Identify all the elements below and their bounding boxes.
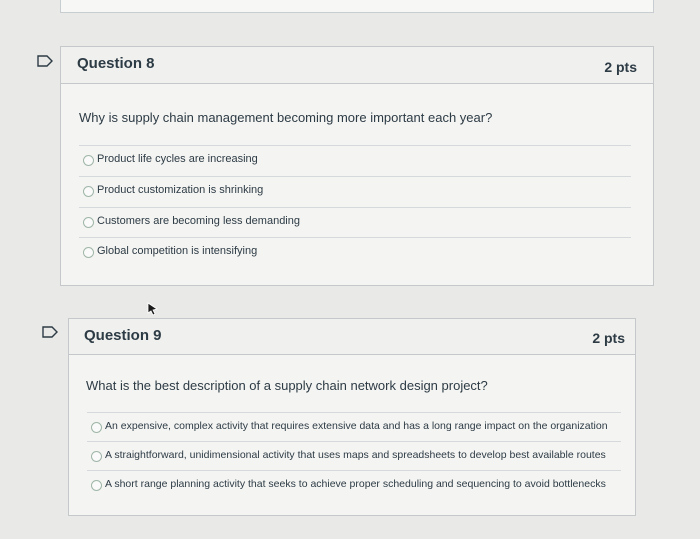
question-8-answer-3[interactable]: Customers are becoming less demanding xyxy=(79,207,631,238)
question-9-title: Question 9 xyxy=(84,327,162,344)
answer-label: A short range planning activity that see… xyxy=(105,478,606,490)
radio-button[interactable] xyxy=(83,155,94,166)
radio-button[interactable] xyxy=(91,422,102,433)
question-8-answer-2[interactable]: Product customization is shrinking xyxy=(79,176,631,207)
radio-button[interactable] xyxy=(91,480,102,491)
question-9-answer-1[interactable]: An expensive, complex activity that requ… xyxy=(87,412,621,441)
answer-label: An expensive, complex activity that requ… xyxy=(105,420,608,432)
question-8-points: 2 pts xyxy=(604,59,637,75)
answer-label: Product life cycles are increasing xyxy=(97,153,258,165)
question-9-answer-2[interactable]: A straightforward, unidimensional activi… xyxy=(87,441,621,470)
radio-button[interactable] xyxy=(83,217,94,228)
radio-button[interactable] xyxy=(91,451,102,462)
question-8-card: Question 8 2 pts Why is supply chain man… xyxy=(60,46,654,286)
question-9-card: Question 9 2 pts What is the best descri… xyxy=(68,318,636,516)
question-9-text: What is the best description of a supply… xyxy=(86,378,488,393)
radio-button[interactable] xyxy=(83,186,94,197)
radio-button[interactable] xyxy=(83,247,94,258)
previous-question-card xyxy=(60,0,654,13)
question-9-answer-3[interactable]: A short range planning activity that see… xyxy=(87,470,621,499)
question-8-answer-1[interactable]: Product life cycles are increasing xyxy=(79,145,631,176)
question-9-header: Question 9 2 pts xyxy=(69,319,635,355)
question-8-header: Question 8 2 pts xyxy=(61,47,653,84)
question-8-answer-4[interactable]: Global competition is intensifying xyxy=(79,237,631,268)
question-9-points: 2 pts xyxy=(592,330,625,346)
question-8-text: Why is supply chain management becoming … xyxy=(79,110,493,125)
question-8-title: Question 8 xyxy=(77,55,155,72)
flag-icon[interactable] xyxy=(42,326,58,338)
answer-label: A straightforward, unidimensional activi… xyxy=(105,449,606,461)
mouse-cursor-icon xyxy=(147,302,158,316)
flag-icon[interactable] xyxy=(37,55,53,67)
answer-label: Product customization is shrinking xyxy=(97,184,264,196)
answer-label: Global competition is intensifying xyxy=(97,245,258,257)
answer-label: Customers are becoming less demanding xyxy=(97,215,300,227)
